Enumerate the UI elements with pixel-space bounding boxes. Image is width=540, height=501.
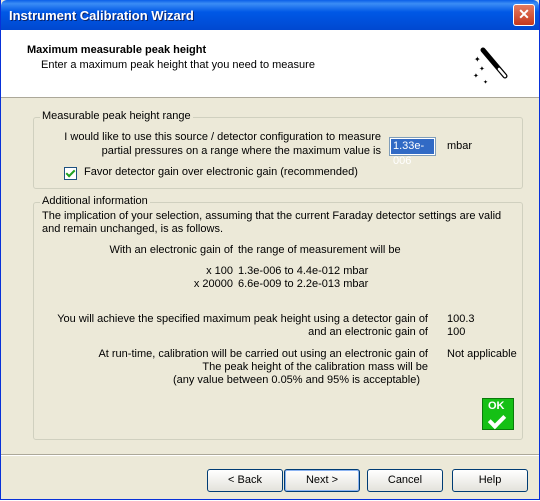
range-row-1: 1.3e-006 to 4.4e-012 mbar (238, 265, 369, 277)
range-column-header: the range of measurement will be (238, 244, 401, 256)
wizard-header: Maximum measurable peak height Enter a m… (1, 30, 539, 98)
info-group-legend: Additional information (40, 195, 150, 207)
window-title: Instrument Calibration Wizard (9, 8, 194, 23)
cancel-button[interactable]: Cancel (367, 469, 443, 492)
svg-text:✦: ✦ (474, 55, 481, 64)
wizard-window: Instrument Calibration Wizard ✕ Maximum … (0, 0, 540, 500)
gain-row-1: x 100 (206, 265, 233, 277)
svg-text:✦: ✦ (479, 65, 485, 73)
svg-text:✦: ✦ (473, 72, 479, 80)
max-value-text: 1.33e-006 (391, 139, 434, 167)
back-button[interactable]: < Back (207, 469, 283, 492)
info-intro-2: and remain unchanged, is as follows. (42, 223, 223, 235)
gain-row-2: x 20000 (193, 278, 233, 290)
max-value-input[interactable]: 1.33e-006 (389, 137, 436, 167)
runtime-value-1: Not applicable (447, 348, 517, 360)
ok-check-icon: OK (482, 398, 514, 430)
page-subtitle: Enter a maximum peak height that you nee… (41, 59, 315, 71)
runtime-line-1: At run-time, calibration will be carried… (98, 348, 428, 360)
achieve-line-1: You will achieve the specified maximum p… (57, 313, 428, 325)
range-line-2: partial pressures on a range where the m… (101, 145, 381, 157)
runtime-line-3: (any value between 0.05% and 95% is acce… (172, 374, 420, 386)
gain-column-header: With an electronic gain of (109, 244, 233, 256)
range-group-legend: Measurable peak height range (40, 110, 193, 122)
range-row-2: 6.6e-009 to 2.2e-013 mbar (238, 278, 369, 290)
title-bar[interactable]: Instrument Calibration Wizard ✕ (1, 0, 539, 30)
magic-wand-icon: ✦ ✦ ✦ ✦ (473, 47, 508, 86)
close-button[interactable]: ✕ (513, 4, 535, 26)
achieve-line-2: and an electronic gain of (308, 326, 428, 338)
range-line-1: I would like to use this source / detect… (64, 131, 381, 143)
button-separator (1, 454, 539, 456)
achieve-value-2: 100 (447, 326, 466, 338)
help-button[interactable]: Help (452, 469, 528, 492)
achieve-value-1: 100.3 (447, 313, 475, 325)
unit-label: mbar (447, 140, 473, 152)
favor-detector-gain-label[interactable]: Favor detector gain over electronic gain… (84, 166, 358, 178)
info-intro-1: The implication of your selection, assum… (42, 210, 502, 222)
favor-detector-gain-checkbox[interactable] (64, 167, 77, 180)
page-title: Maximum measurable peak height (27, 44, 207, 56)
ok-icon-text: OK (488, 400, 505, 412)
next-button[interactable]: Next > (284, 469, 360, 492)
runtime-line-2: The peak height of the calibration mass … (202, 361, 428, 373)
svg-text:✦: ✦ (483, 79, 488, 86)
